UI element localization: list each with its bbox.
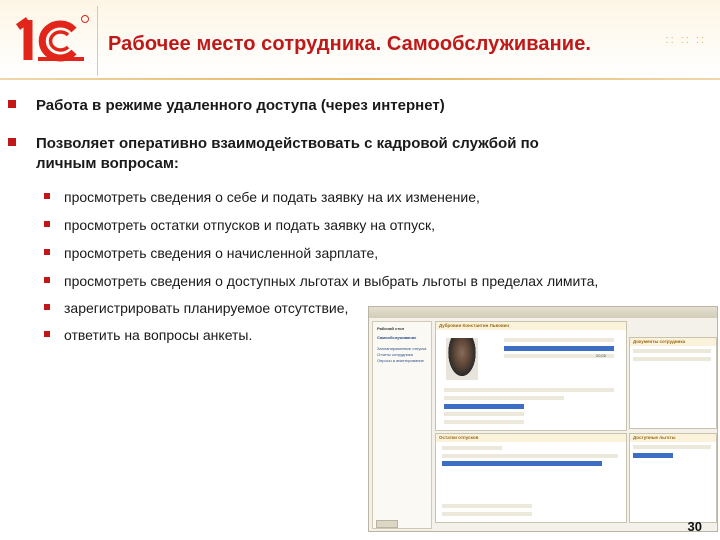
table-row: [444, 420, 524, 424]
table-row-selected: [504, 346, 614, 351]
header-decoration: :: :: ::: [665, 34, 706, 46]
table-row: [442, 504, 532, 508]
panel-title: Документы сотрудника: [633, 339, 686, 344]
panel-title: Доступные льготы: [633, 435, 676, 440]
app-sidebar-item: Отчеты сотрудника: [377, 352, 413, 357]
sub-bullet-text: просмотреть сведения о себе и подать зая…: [64, 189, 480, 205]
app-status-button: [376, 520, 398, 528]
table-row: [504, 338, 614, 342]
slide-header: Рабочее место сотрудника. Самообслуживан…: [0, 0, 720, 78]
sub-bullet-text: просмотреть сведения о доступных льготах…: [64, 273, 599, 289]
app-sidebar-title: Рабочий стол: [377, 326, 405, 331]
app-window-titlebar: [369, 307, 717, 318]
app-sidebar-item: Опросы и анкетирование: [377, 358, 424, 363]
bullet-square-icon: [8, 100, 16, 108]
sub-bullet-square-icon: [44, 221, 50, 227]
table-row: [442, 454, 618, 458]
app-sidebar: Рабочий стол Самообслуживание Запланиров…: [372, 321, 432, 529]
sub-bullet-text: просмотреть сведения о начисленной зарпл…: [64, 245, 379, 261]
header-divider: [97, 6, 98, 76]
table-row: [444, 396, 564, 400]
table-row: [633, 357, 711, 361]
table-row-selected: [633, 453, 673, 458]
table-row-selected: [444, 404, 524, 409]
bullet-text: Позволяет оперативно взаимодействовать с…: [36, 135, 539, 152]
page-number: 30: [687, 519, 702, 534]
panel-title: Остатки отпусков: [439, 435, 479, 440]
bullet-text: Работа в режиме удаленного доступа (чере…: [36, 97, 445, 114]
table-row: [444, 412, 524, 416]
sub-bullet-text: ответить на вопросы анкеты.: [64, 327, 253, 343]
slide-title: Рабочее место сотрудника. Самообслуживан…: [108, 33, 592, 55]
app-panel-employee: Дубровин Константин Львович 20,00: [435, 321, 627, 431]
table-row: [442, 512, 532, 516]
sub-bullet-square-icon: [44, 304, 50, 310]
sub-bullet-text: зарегистрировать планируемое отсутствие,: [64, 300, 349, 316]
sub-bullet-square-icon: [44, 277, 50, 283]
app-screenshot: Рабочий стол Самообслуживание Запланиров…: [368, 306, 718, 532]
toolbar-row: [442, 446, 502, 450]
bullet-square-icon: [8, 138, 16, 146]
app-sidebar-link: Самообслуживание: [377, 335, 417, 340]
panel-title: Дубровин Константин Львович: [439, 323, 510, 328]
table-row: [444, 388, 614, 392]
app-panel-benefits: Доступные льготы: [629, 433, 717, 523]
bullet-text-continued: личным вопросам:: [36, 155, 179, 172]
sub-bullet-square-icon: [44, 193, 50, 199]
header-rule: [0, 78, 720, 80]
sub-bullet-text: просмотреть остатки отпусков и подать за…: [64, 217, 435, 233]
app-panel-vacation: Остатки отпусков: [435, 433, 627, 523]
app-panel-requests: Документы сотрудника: [629, 337, 717, 429]
toolbar-row: [633, 445, 711, 449]
toolbar-row: [633, 349, 711, 353]
sub-bullet-square-icon: [44, 331, 50, 337]
sub-bullet-square-icon: [44, 249, 50, 255]
1c-logo-icon: [15, 15, 89, 62]
app-sidebar-item: Запланированные отпуска: [377, 346, 427, 351]
employee-photo: [446, 338, 478, 380]
table-row-selected: [442, 461, 602, 466]
vacation-balance-value: 20,00: [596, 353, 607, 358]
